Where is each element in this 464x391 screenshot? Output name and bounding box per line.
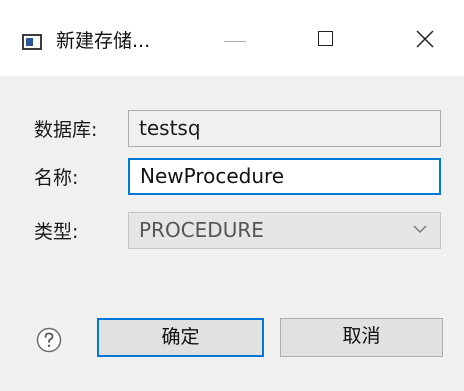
minimize-button[interactable] bbox=[220, 26, 254, 56]
name-label: 名称: bbox=[34, 167, 79, 189]
type-label: 类型: bbox=[34, 221, 79, 243]
maximize-button[interactable] bbox=[312, 26, 346, 56]
database-field: testsq bbox=[128, 110, 441, 147]
name-input[interactable]: NewProcedure bbox=[128, 158, 441, 195]
close-icon bbox=[416, 30, 434, 48]
ok-button[interactable]: 确定 bbox=[97, 318, 264, 357]
title-bar: 新建存储... bbox=[0, 0, 464, 76]
cancel-button[interactable]: 取消 bbox=[280, 318, 443, 357]
close-button[interactable] bbox=[410, 24, 440, 54]
dialog-window: 新建存储... 数据库: testsq 名称: NewProcedure 类型:… bbox=[0, 0, 464, 391]
app-window-icon bbox=[22, 34, 42, 50]
type-select-value: PROCEDURE bbox=[139, 218, 264, 242]
window-title: 新建存储... bbox=[56, 30, 151, 52]
chevron-down-icon bbox=[413, 225, 427, 233]
help-icon[interactable] bbox=[36, 327, 62, 353]
database-label: 数据库: bbox=[34, 119, 98, 141]
type-select[interactable]: PROCEDURE bbox=[128, 212, 441, 249]
